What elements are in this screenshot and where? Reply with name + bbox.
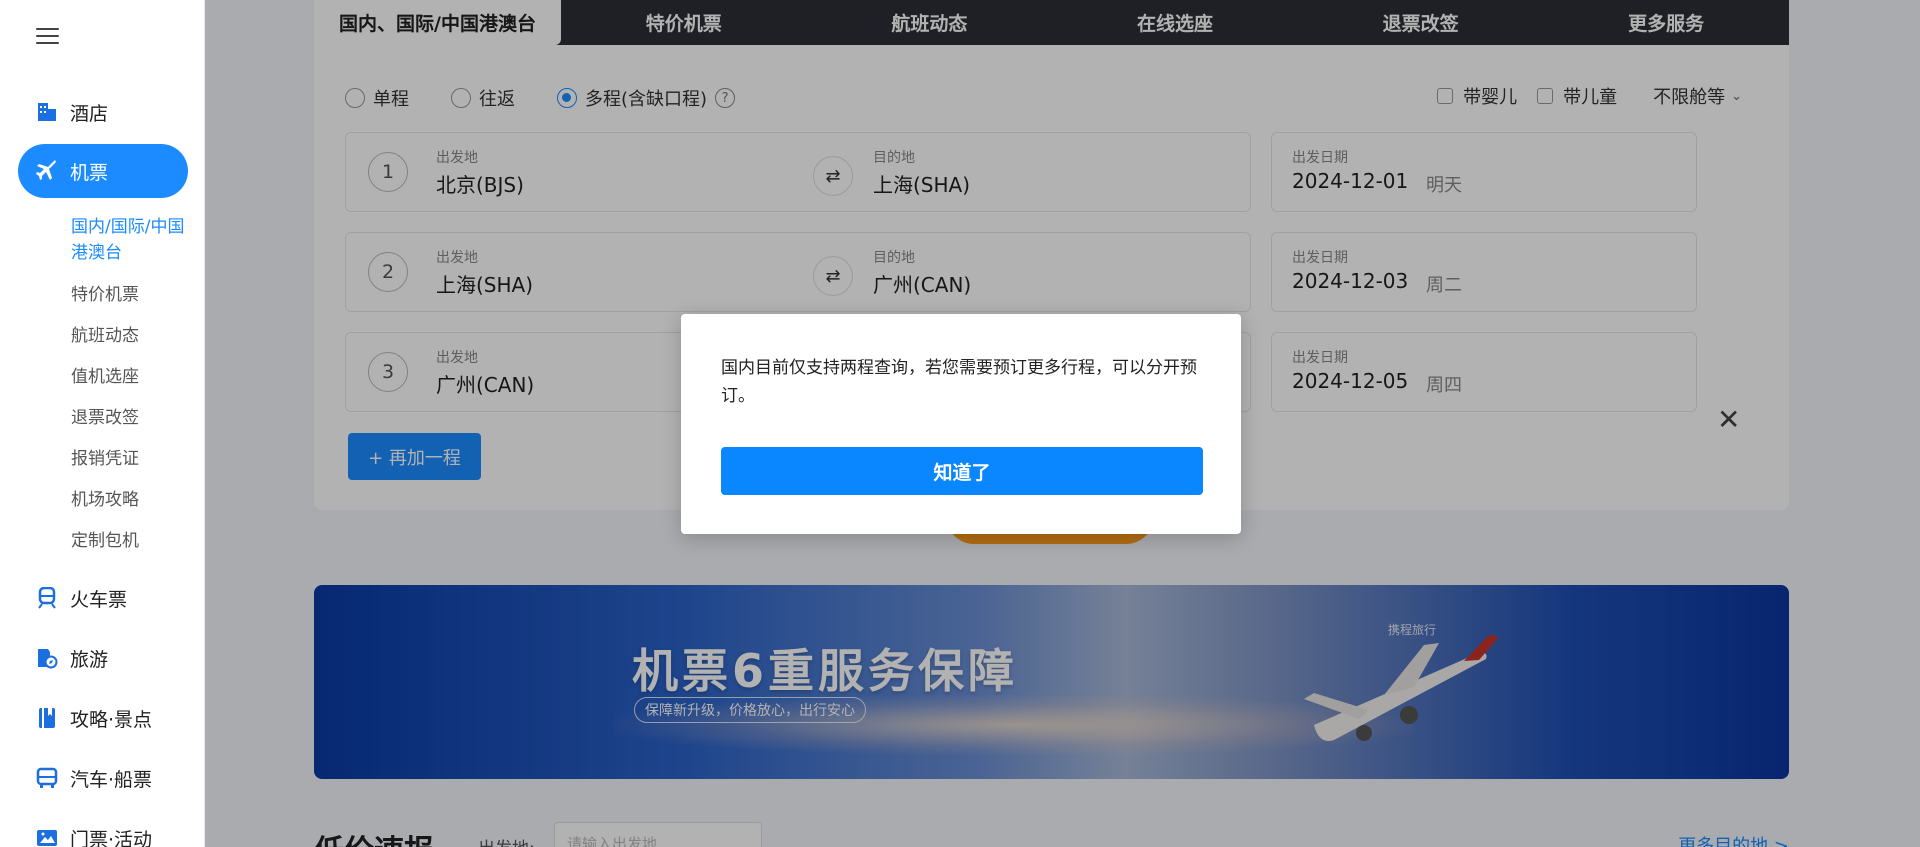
guide-icon <box>36 707 58 729</box>
sub-item-domestic-intl[interactable]: 国内/国际/中国港澳台 <box>71 214 201 266</box>
sub-item-special-fares[interactable]: 特价机票 <box>71 282 139 308</box>
menu-icon[interactable] <box>36 28 59 46</box>
sub-item-invoice[interactable]: 报销凭证 <box>71 446 139 472</box>
sidebar-item-train[interactable]: 火车票 <box>18 571 188 625</box>
train-icon <box>36 587 58 609</box>
sidebar-item-label: 汽车·船票 <box>70 768 153 791</box>
sidebar-item-bus-ship[interactable]: 汽车·船票 <box>18 751 188 805</box>
ticket-icon <box>36 827 58 847</box>
sidebar-item-guide[interactable]: 攻略·景点 <box>18 691 188 745</box>
sub-item-charter[interactable]: 定制包机 <box>71 528 139 554</box>
alert-dialog: 国内目前仅支持两程查询，若您需要预订更多行程，可以分开预订。 知道了 <box>681 314 1241 534</box>
sidebar-item-tickets[interactable]: 门票·活动 <box>18 811 188 847</box>
sidebar-item-label: 机票 <box>70 161 109 184</box>
travel-icon <box>36 647 58 669</box>
sidebar-item-label: 火车票 <box>70 588 128 611</box>
sub-item-checkin[interactable]: 值机选座 <box>71 364 139 390</box>
dialog-message: 国内目前仅支持两程查询，若您需要预订更多行程，可以分开预订。 <box>721 358 1197 406</box>
sidebar-item-hotel[interactable]: 酒店 <box>18 85 188 139</box>
plane-icon <box>36 160 58 182</box>
sidebar: 酒店 机票 国内/国际/中国港澳台 特价机票 航班动态 值机选座 退票改签 报销… <box>0 0 205 847</box>
sidebar-item-label: 旅游 <box>70 648 109 671</box>
acknowledge-button[interactable]: 知道了 <box>721 447 1203 495</box>
sidebar-item-label: 门票·活动 <box>70 828 153 847</box>
sidebar-item-label: 酒店 <box>70 102 109 125</box>
hotel-icon <box>36 101 58 123</box>
sidebar-item-travel[interactable]: 旅游 <box>18 631 188 685</box>
sidebar-item-flights[interactable]: 机票 <box>18 144 188 198</box>
sub-item-airport-guide[interactable]: 机场攻略 <box>71 487 139 513</box>
sub-item-refund[interactable]: 退票改签 <box>71 405 139 431</box>
bus-icon <box>36 767 58 789</box>
sidebar-item-label: 攻略·景点 <box>70 708 153 731</box>
sub-item-flight-status[interactable]: 航班动态 <box>71 323 139 349</box>
